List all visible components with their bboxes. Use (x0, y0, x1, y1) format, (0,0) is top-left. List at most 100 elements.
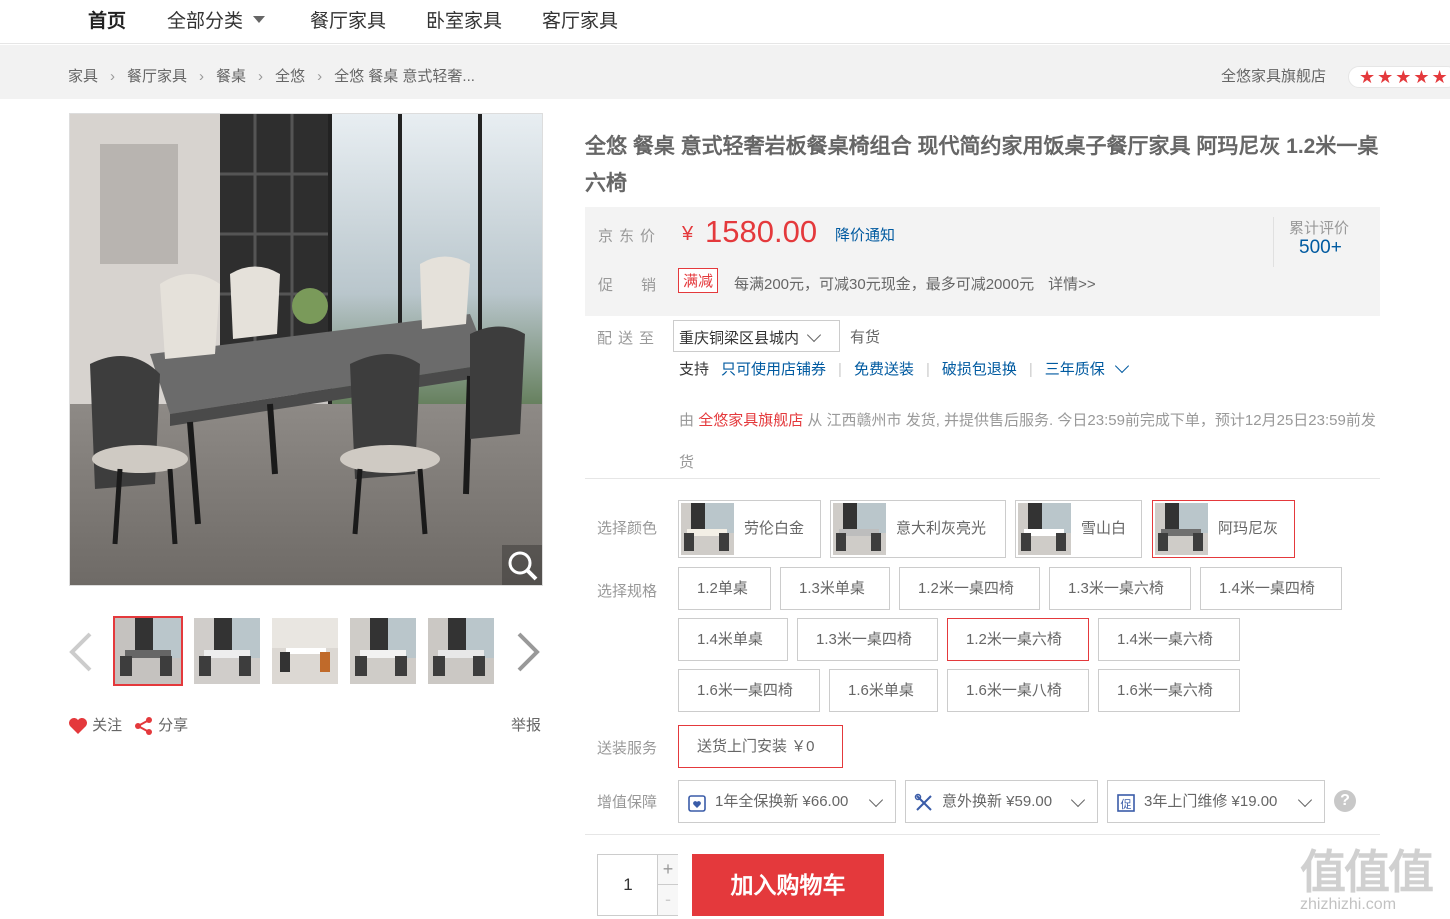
spec-option[interactable]: 1.4米一桌四椅 (1200, 567, 1342, 610)
quantity-decrease-button[interactable]: - (657, 885, 678, 915)
color-option[interactable]: 雪山白 (1015, 500, 1142, 558)
nav-home[interactable]: 首页 (88, 6, 126, 33)
thumbnail-1[interactable] (113, 616, 183, 686)
price-box: 京东价 ¥ 1580.00 降价通知 累计评价 500+ 促销 满减 每满200… (585, 207, 1380, 316)
onsite-repair-option[interactable]: 促 3年上门维修 ¥19.00 (1107, 780, 1325, 823)
shop-rating-stars: ★★★★★ (1348, 66, 1450, 88)
breadcrumb-item[interactable]: 餐厅家具 (127, 65, 187, 86)
reviews-count-link[interactable]: 500+ (1299, 237, 1342, 259)
spec-option-label: 1.6米单桌 (848, 682, 914, 699)
report-link[interactable]: 举报 (511, 714, 541, 735)
spec-option-label: 1.6米一桌六椅 (1117, 682, 1213, 699)
shop-name-link[interactable]: 全悠家具旗舰店 (1221, 65, 1326, 86)
service-item[interactable]: 免费送装 (854, 361, 914, 378)
price-value: 1580.00 (705, 214, 818, 249)
install-service-option-label: 送货上门安装 ￥0 (697, 738, 815, 755)
spec-option-label: 1.4米一桌四椅 (1219, 580, 1315, 597)
warranty-option-label: 1年全保换新 ¥66.00 (715, 793, 849, 810)
stock-status: 有货 (850, 329, 881, 346)
nav-all-categories-label: 全部分类 (167, 11, 244, 32)
breadcrumb-item[interactable]: 家具 (68, 65, 98, 86)
spec-option[interactable]: 1.6米一桌六椅 (1098, 669, 1240, 712)
divider (585, 834, 1380, 835)
chevron-right-icon: › (110, 68, 116, 85)
accident-replacement-option-label: 意外换新 ¥59.00 (942, 793, 1053, 810)
nav-bedroom-furniture[interactable]: 卧室家具 (426, 6, 502, 33)
thumbnail-prev-button[interactable] (66, 630, 96, 674)
warranty-option[interactable]: 1年全保换新 ¥66.00 (678, 780, 896, 823)
divider: | (1028, 361, 1033, 378)
spec-option[interactable]: 1.6米一桌四椅 (678, 669, 820, 712)
color-option-label: 劳伦白金 (744, 520, 805, 537)
thumbnail-4[interactable] (348, 616, 418, 686)
breadcrumb-item[interactable]: 全悠 (275, 65, 305, 86)
chevron-down-icon[interactable] (1114, 358, 1129, 374)
spec-option[interactable]: 1.6米单桌 (829, 669, 938, 712)
spec-option[interactable]: 1.3米单桌 (780, 567, 890, 610)
accident-replacement-option[interactable]: 意外换新 ¥59.00 (905, 780, 1098, 823)
color-option-label: 意大利灰亮光 (896, 520, 987, 537)
chevron-down-icon (1070, 792, 1086, 808)
zoom-icon[interactable] (502, 545, 542, 585)
add-to-cart-button[interactable]: 加入购物车 (692, 854, 884, 916)
chevron-left-icon (69, 632, 92, 672)
color-option-selected[interactable]: 阿玛尼灰 (1152, 500, 1295, 558)
spec-option-label: 1.4米单桌 (697, 631, 763, 648)
thumbnail-3[interactable] (270, 616, 340, 686)
breadcrumb-item[interactable]: 餐桌 (216, 65, 246, 86)
spec-option-label: 1.6米一桌八椅 (966, 682, 1062, 699)
watermark-logo: 值值值 zhizhizhi.com (1300, 836, 1445, 916)
spec-option[interactable]: 1.4米单桌 (678, 618, 788, 661)
color-option-label: 雪山白 (1081, 520, 1127, 537)
install-service-option[interactable]: 送货上门安装 ￥0 (678, 725, 843, 768)
thumbnail-5[interactable] (426, 616, 496, 686)
spec-option[interactable]: 1.6米一桌八椅 (947, 669, 1089, 712)
help-icon[interactable]: ? (1334, 790, 1356, 812)
color-option[interactable]: 意大利灰亮光 (830, 500, 1006, 558)
divider (1273, 217, 1274, 267)
nav-dining-furniture[interactable]: 餐厅家具 (310, 6, 386, 33)
delivery-location-value: 重庆铜梁区县城内 (679, 330, 800, 347)
promo-label: 促销 (598, 277, 685, 294)
spec-option[interactable]: 1.2米一桌四椅 (899, 567, 1040, 610)
thumbnail-next-button[interactable] (513, 630, 543, 674)
follow-label: 关注 (92, 717, 123, 734)
store-link[interactable]: 全悠家具旗舰店 (698, 412, 803, 429)
color-option[interactable]: 劳伦白金 (678, 500, 821, 558)
product-main-image[interactable] (69, 113, 543, 586)
ship-from-info: 由 全悠家具旗舰店 从 江西赣州市 发货, 并提供售后服务. 今日23:59前完… (679, 400, 1379, 484)
nav-all-categories[interactable]: 全部分类 (167, 6, 266, 33)
service-item[interactable]: 破损包退换 (942, 361, 1017, 378)
promo-detail-link[interactable]: 详情>> (1048, 276, 1096, 293)
spec-option[interactable]: 1.3米一桌六椅 (1049, 567, 1191, 610)
service-item[interactable]: 只可使用店铺券 (721, 361, 826, 378)
share-button[interactable]: 分享 (134, 714, 188, 736)
chevron-right-icon (517, 632, 540, 672)
heart-icon (69, 718, 87, 735)
delivery-location-select[interactable]: 重庆铜梁区县城内 (673, 320, 840, 352)
follow-button[interactable]: 关注 (68, 714, 122, 735)
divider: | (838, 361, 842, 378)
color-option-label: 阿玛尼灰 (1218, 520, 1279, 537)
spec-option[interactable]: 1.4米一桌六椅 (1098, 618, 1240, 661)
price-notify-link[interactable]: 降价通知 (835, 224, 895, 245)
chevron-down-icon (1297, 792, 1313, 808)
spec-option-label: 1.6米一桌四椅 (697, 682, 793, 699)
spec-option-label: 1.2米一桌六椅 (966, 631, 1062, 648)
color-thumbnail (681, 503, 734, 555)
spec-option-label: 1.2米一桌四椅 (918, 580, 1014, 597)
support-label: 支持 (679, 361, 710, 378)
thumbnail-2[interactable] (192, 616, 262, 686)
spec-option[interactable]: 1.2单桌 (678, 567, 771, 610)
quantity-increase-button[interactable]: + (657, 855, 678, 885)
promo-description: 每满200元，可减30元现金，最多可减2000元 (734, 276, 1035, 293)
quantity-input[interactable]: 1 (598, 855, 658, 915)
breadcrumb-item-current: 全悠 餐桌 意式轻奢... (334, 68, 475, 85)
spec-option[interactable]: 1.3米一桌四椅 (797, 618, 938, 661)
quantity-stepper: 1 + - (597, 854, 678, 916)
nav-living-furniture[interactable]: 客厅家具 (542, 6, 618, 33)
spec-label: 选择规格 (597, 583, 658, 600)
service-item[interactable]: 三年质保 (1045, 361, 1105, 378)
spec-option-selected[interactable]: 1.2米一桌六椅 (947, 618, 1089, 661)
ship-from-prefix: 由 (679, 412, 695, 429)
